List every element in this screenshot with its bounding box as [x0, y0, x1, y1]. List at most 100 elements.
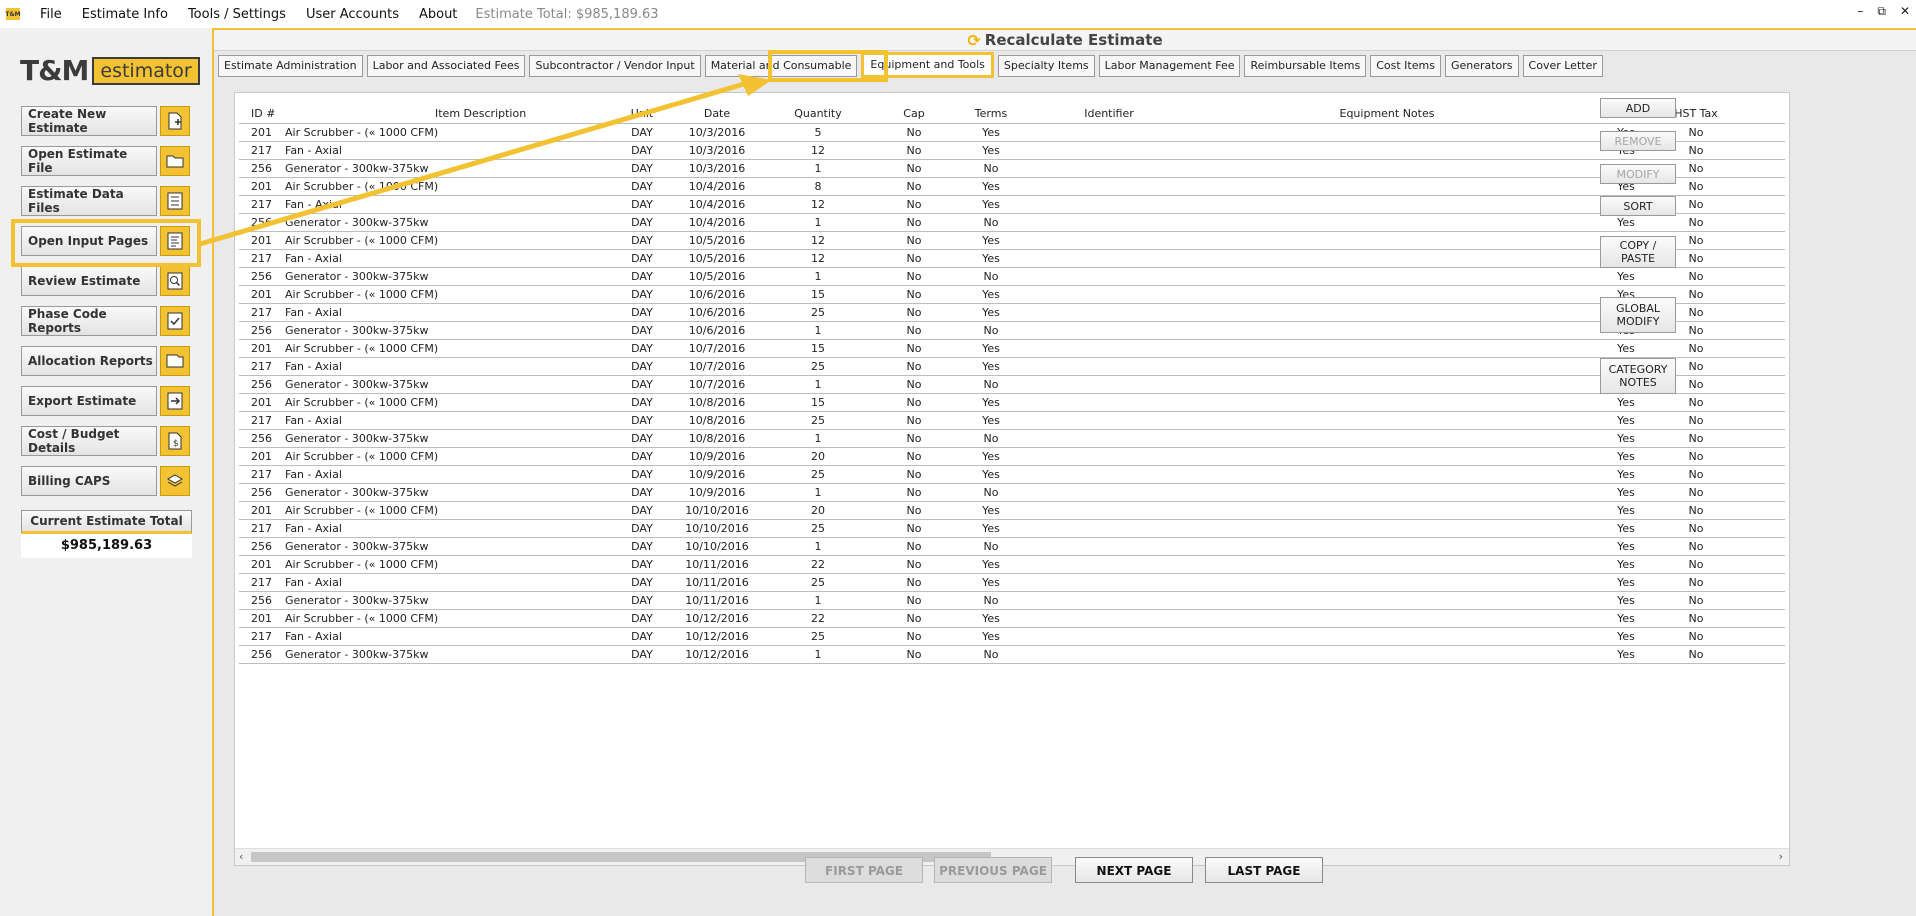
table-row[interactable]: 201 Air Scrubber - (« 1000 CFM) DAY 10/3/20…	[239, 124, 1785, 142]
tab-reimbursable-items[interactable]: Reimbursable Items	[1244, 55, 1367, 77]
tab-estimate-administration[interactable]: Estimate Administration	[218, 55, 363, 77]
sidebar-button-label[interactable]: Estimate Data Files	[21, 186, 157, 216]
column-header-unit[interactable]: Unit	[615, 105, 669, 123]
table-row[interactable]: 217Fan - AxialDAY10/7/201625NoYesYesNo	[239, 358, 1785, 376]
table-row[interactable]: 256 Generator - 300kw-375kw DAY 10/10/2016 1…	[239, 538, 1785, 556]
table-row[interactable]: 201 Air Scrubber - (« 1000 CFM) DAY 10/5/20…	[239, 232, 1785, 250]
list-icon[interactable]	[160, 186, 190, 216]
cost-budget-details-button[interactable]: Cost / Budget Details $	[21, 426, 191, 458]
create-new-estimate-button[interactable]: Create New Estimate	[21, 106, 191, 138]
next-page-button[interactable]: NEXT PAGE	[1075, 857, 1193, 883]
export-icon[interactable]	[160, 386, 190, 416]
previous-page-button[interactable]: PREVIOUS PAGE	[934, 857, 1052, 883]
estimate-data-files-button[interactable]: Estimate Data Files	[21, 186, 191, 218]
tab-material-and-consumable[interactable]: Material and Consumable	[704, 55, 858, 77]
checklist-icon[interactable]	[160, 306, 190, 336]
menu-about[interactable]: About	[409, 7, 467, 22]
table-row[interactable]: 201 Air Scrubber - (« 1000 CFM) DAY 10/6/20…	[239, 286, 1785, 304]
column-header-item-description[interactable]: Item Description	[435, 105, 526, 123]
new-file-icon[interactable]	[160, 106, 190, 136]
sidebar-button-label[interactable]: Review Estimate	[21, 266, 157, 296]
first-page-button[interactable]: FIRST PAGE	[805, 857, 923, 883]
open-input-pages-button[interactable]: Open Input Pages	[21, 226, 191, 258]
sidebar-button-label[interactable]: Billing CAPS	[21, 466, 157, 496]
export-estimate-button[interactable]: Export Estimate	[21, 386, 191, 418]
restore-icon[interactable]: ⧉	[1877, 4, 1886, 19]
menu-estimate-info[interactable]: Estimate Info	[72, 7, 178, 22]
review-estimate-button[interactable]: Review Estimate	[21, 266, 191, 298]
tab-labor-management-fee[interactable]: Labor Management Fee	[1098, 55, 1241, 77]
remove-button[interactable]: REMOVE	[1600, 131, 1676, 151]
tab-cost-items[interactable]: Cost Items	[1370, 55, 1441, 77]
tab-cover-letter[interactable]: Cover Letter	[1522, 55, 1603, 77]
sidebar-button-label[interactable]: Create New Estimate	[21, 106, 157, 136]
close-icon[interactable]: ✕	[1900, 4, 1910, 19]
table-row[interactable]: 217Fan - AxialDAY10/4/201612NoYesYesNo	[239, 196, 1785, 214]
table-row[interactable]: 256 Generator - 300kw-375kw DAY 10/7/2016 1 N…	[239, 376, 1785, 394]
table-row[interactable]: 256 Generator - 300kw-375kw DAY 10/6/2016 1 N…	[239, 322, 1785, 340]
table-row[interactable]: 201 Air Scrubber - (« 1000 CFM) DAY 10/11/2…	[239, 556, 1785, 574]
sidebar-button-label[interactable]: Phase Code Reports	[21, 306, 157, 336]
table-row[interactable]: 256 Generator - 300kw-375kw DAY 10/8/2016 1 N…	[239, 430, 1785, 448]
sort-button[interactable]: SORT	[1600, 196, 1676, 216]
magnifier-icon[interactable]	[160, 266, 190, 296]
sidebar-button-label[interactable]: Open Estimate File	[21, 146, 157, 176]
last-page-button[interactable]: LAST PAGE	[1205, 857, 1323, 883]
menu-file[interactable]: File	[30, 7, 72, 22]
modify-button[interactable]: MODIFY	[1600, 164, 1676, 184]
sidebar-button-label[interactable]: Open Input Pages	[21, 226, 157, 256]
table-row[interactable]: 217 Fan - Axial DAY 10/10/2016 25 No Yes Yes No	[239, 520, 1785, 538]
table-row[interactable]: 201 Air Scrubber - (« 1000 CFM) DAY 10/8/20…	[239, 394, 1785, 412]
scroll-right-icon[interactable]: ›	[1779, 850, 1783, 863]
phase-code-reports-button[interactable]: Phase Code Reports	[21, 306, 191, 338]
column-header-date[interactable]: Date	[677, 105, 757, 123]
add-button[interactable]: ADD	[1600, 98, 1676, 118]
billing-caps-button[interactable]: Billing CAPS	[21, 466, 191, 498]
column-header-terms[interactable]: Terms	[965, 105, 1017, 123]
tab-labor-and-associated-fees[interactable]: Labor and Associated Fees	[366, 55, 526, 77]
sidebar-button-label[interactable]: Allocation Reports	[21, 346, 157, 376]
table-row[interactable]: 256 Generator - 300kw-375kw DAY 10/5/2016 1 N…	[239, 268, 1785, 286]
column-header-quantity[interactable]: Quantity	[763, 105, 873, 123]
tab-subcontractor-vendor-input[interactable]: Subcontractor / Vendor Input	[529, 55, 701, 77]
sidebar-button-label[interactable]: Export Estimate	[21, 386, 157, 416]
table-row[interactable]: 217Fan - AxialDAY10/5/201612NoYesYesNo	[239, 250, 1785, 268]
table-row[interactable]: 217 Fan - Axial DAY 10/12/2016 25 No Yes Yes No	[239, 628, 1785, 646]
table-row[interactable]: 256 Generator - 300kw-375kw DAY 10/9/2016 1 N…	[239, 484, 1785, 502]
table-row[interactable]: 217 Fan - Axial DAY 10/8/2016 25 No Yes Yes No	[239, 412, 1785, 430]
table-row[interactable]: 256 Generator - 300kw-375kw DAY 10/12/2016 1…	[239, 646, 1785, 664]
minimize-icon[interactable]: –	[1857, 4, 1863, 19]
table-row[interactable]: 256 Generator - 300kw-375kw DAY 10/3/2016 1 N…	[239, 160, 1785, 178]
sidebar-button-label[interactable]: Cost / Budget Details	[21, 426, 157, 456]
table-row[interactable]: 217 Fan - Axial DAY 10/9/2016 25 No Yes Yes No	[239, 466, 1785, 484]
table-row[interactable]: 256 Generator - 300kw-375kw DAY 10/11/2016 1…	[239, 592, 1785, 610]
copy-paste-button[interactable]: COPY / PASTE	[1600, 236, 1676, 268]
folder-icon[interactable]	[160, 146, 190, 176]
tab-generators[interactable]: Generators	[1444, 55, 1519, 77]
layers-icon[interactable]	[160, 466, 190, 496]
table-row[interactable]: 217 Fan - Axial DAY 10/11/2016 25 No Yes Yes No	[239, 574, 1785, 592]
tab-specialty-items[interactable]: Specialty Items	[997, 55, 1095, 77]
table-row[interactable]: 217Fan - AxialDAY10/3/201612NoYesYesNo	[239, 142, 1785, 160]
table-row[interactable]: 217Fan - AxialDAY10/6/201625NoYesYesNo	[239, 304, 1785, 322]
table-row[interactable]: 201 Air Scrubber - (« 1000 CFM) DAY 10/9/20…	[239, 448, 1785, 466]
tab-equipment-and-tools[interactable]: Equipment and Tools	[861, 52, 994, 78]
column-header-hst-tax[interactable]: HST Tax	[1671, 105, 1721, 123]
menu-user-accounts[interactable]: User Accounts	[296, 7, 409, 22]
global-modify-button[interactable]: GLOBAL MODIFY	[1600, 297, 1676, 333]
form-icon[interactable]	[160, 226, 190, 256]
dollar-doc-icon[interactable]: $	[160, 426, 190, 456]
table-row[interactable]: 201 Air Scrubber - (« 1000 CFM) DAY 10/7/20…	[239, 340, 1785, 358]
allocation-reports-button[interactable]: Allocation Reports	[21, 346, 191, 378]
table-row[interactable]: 256 Generator - 300kw-375kw DAY 10/4/2016 1 N…	[239, 214, 1785, 232]
scroll-left-icon[interactable]: ‹	[239, 850, 243, 863]
open-estimate-file-button[interactable]: Open Estimate File	[21, 146, 191, 178]
folder-outline-icon[interactable]	[160, 346, 190, 376]
category-notes-button[interactable]: CATEGORY NOTES	[1600, 358, 1676, 394]
column-header-equipment-notes[interactable]: Equipment Notes	[1247, 105, 1527, 123]
table-row[interactable]: 201 Air Scrubber - (« 1000 CFM) DAY 10/10/2…	[239, 502, 1785, 520]
table-row[interactable]: 201 Air Scrubber - (« 1000 CFM) DAY 10/4/20…	[239, 178, 1785, 196]
column-header-cap[interactable]: Cap	[889, 105, 939, 123]
table-row[interactable]: 201 Air Scrubber - (« 1000 CFM) DAY 10/12/2…	[239, 610, 1785, 628]
recalculate-estimate-button[interactable]: ⟳ Recalculate Estimate	[214, 28, 1916, 51]
